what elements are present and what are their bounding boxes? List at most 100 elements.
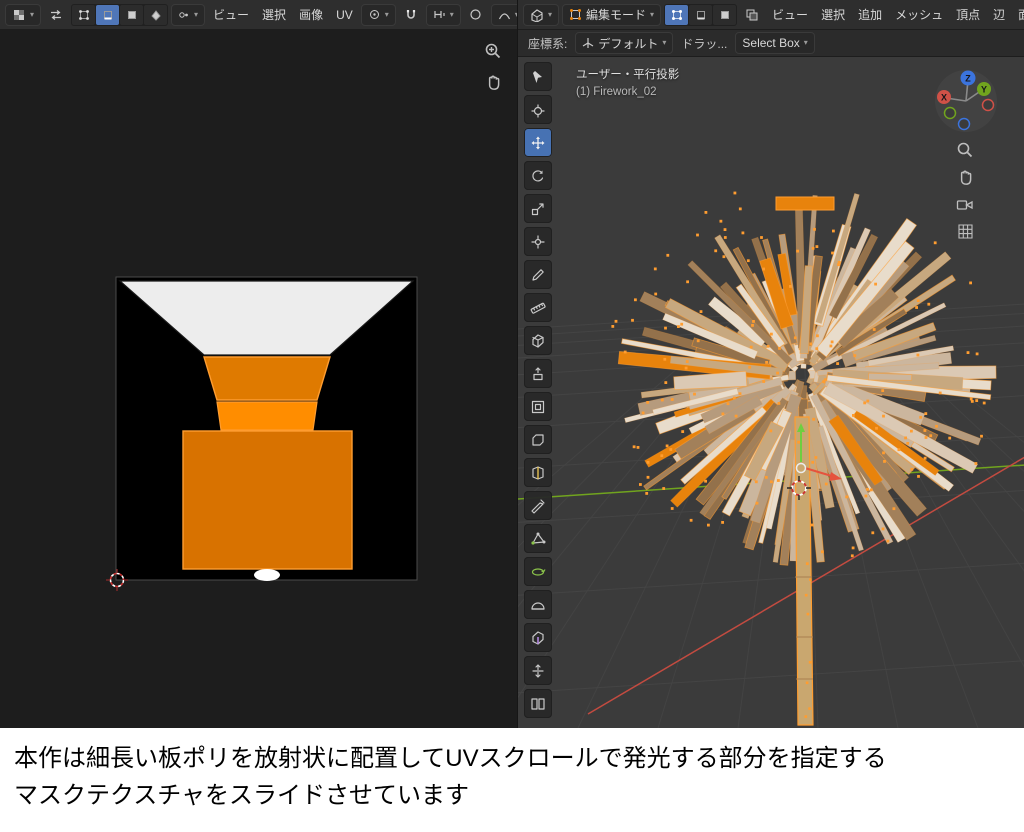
snap-increment-icon [433,8,446,21]
uv-view-controls [481,40,505,94]
uv-menu-uv[interactable]: UV [331,5,358,25]
rip-region-tool[interactable] [524,689,552,718]
caret-icon: ▾ [30,11,34,19]
gizmo-x-label: X [941,93,947,103]
mode-label: 編集モード [586,6,646,23]
zoom-icon[interactable] [956,141,974,159]
poly-build-tool[interactable] [524,524,552,553]
viewport-toolbar [524,62,552,718]
spin-tool[interactable] [524,557,552,586]
uv-menu-view[interactable]: ビュー [208,3,254,26]
pivot-dropdown[interactable]: ▾ [361,4,396,26]
uv-select-mode-vertex[interactable] [72,5,95,25]
move-tool[interactable] [524,128,552,157]
uv-select-mode-island[interactable] [144,5,167,25]
uv-menu-select[interactable]: 選択 [257,3,291,26]
orientation-dropdown[interactable]: デフォルト ▾ [575,32,673,54]
loop-cut-tool[interactable] [524,458,552,487]
editor-type-dropdown[interactable]: ▾ [5,4,41,26]
vp-menu-edge[interactable]: 辺 [988,3,1010,26]
viewport-header: ▾ 編集モード ▾ ビュー 選択 追加 メッシュ 頂点 辺 面 [518,0,1024,30]
knife-tool[interactable] [524,491,552,520]
edit-mode-icon [569,8,582,21]
rotate-tool[interactable] [524,161,552,190]
proportional-editing-toggle[interactable] [464,4,488,26]
inset-faces-tool[interactable] [524,392,552,421]
drag-label: ドラッ... [681,35,727,52]
gizmo-z-neg-ball[interactable] [959,119,970,130]
uv-select-mode-edge[interactable] [96,5,119,25]
uv-island-blob[interactable] [254,569,280,581]
uv-editor-icon [12,8,26,22]
viewport-canvas[interactable]: ユーザー・平行投影 (1) Firework_02 Z Y X [518,57,1024,728]
pan-hand-icon[interactable] [481,72,505,94]
sticky-selection-icon [178,9,190,21]
scale-tool[interactable] [524,194,552,223]
caption-line-2: マスクテクスチャをスライドさせています [14,777,1010,814]
orientation-label: 座標系: [528,35,567,52]
caption-line-1: 本作は細長い板ポリを放射状に配置してUVスクロールで発光する部分を指定する [14,740,1010,777]
vp-menu-face[interactable]: 面 [1013,3,1024,26]
shrink-fatten-tool[interactable] [524,656,552,685]
select-box-value: Select Box [742,36,799,50]
edge-slide-tool[interactable] [524,623,552,652]
orientation-value: デフォルト [598,35,658,52]
caret-icon: ▾ [548,11,552,19]
zoom-icon[interactable] [481,40,505,62]
uv-canvas[interactable] [0,30,517,728]
smooth-tool[interactable] [524,590,552,619]
mode-dropdown[interactable]: 編集モード ▾ [562,4,661,26]
blender-window: ▾ ▾ ビュー 選択 画像 UV ▾ [0,0,1024,728]
caret-icon: ▾ [650,11,654,19]
pan-hand-icon[interactable] [956,169,974,187]
uv-menu-image[interactable]: 画像 [294,3,328,26]
caret-icon: ▾ [804,39,808,47]
uv-editor-header: ▾ ▾ ビュー 選択 画像 UV ▾ [0,0,517,30]
measure-tool[interactable] [524,293,552,322]
snap-toggle[interactable] [399,4,423,26]
vp-menu-select[interactable]: 選択 [816,3,850,26]
bevel-tool[interactable] [524,425,552,454]
vp-menu-view[interactable]: ビュー [767,3,813,26]
select-mode-face[interactable] [713,5,736,25]
camera-view-icon[interactable] [956,197,974,213]
vp-menu-add[interactable]: 追加 [853,3,887,26]
uv-select-mode-group [71,4,168,26]
gizmo-z-label: Z [965,74,971,84]
gizmo-x-neg-ball[interactable] [983,100,994,111]
caret-icon: ▾ [662,39,666,47]
falloff-curve-icon [498,8,511,21]
view-label: ユーザー・平行投影 [576,67,679,84]
caret-icon: ▾ [450,11,454,19]
proportional-falloff-dropdown[interactable]: ▾ [491,4,517,26]
select-mode-edge[interactable] [689,5,712,25]
xray-toggle[interactable] [740,4,764,26]
vp-menu-mesh[interactable]: メッシュ [890,3,948,26]
nav-gizmo[interactable]: Z Y X [932,65,1002,135]
snap-target-dropdown[interactable]: ▾ [426,4,461,26]
add-cube-tool[interactable] [524,326,552,355]
annotate-tool[interactable] [524,260,552,289]
viewport-side-controls [956,141,974,240]
pivot-icon [368,8,381,21]
uv-sync-selection-toggle[interactable] [44,4,68,26]
uv-island-band[interactable] [217,402,317,430]
vp-menu-vertex[interactable]: 頂点 [951,3,985,26]
uv-island-neck[interactable] [204,357,330,400]
transform-tool[interactable] [524,227,552,256]
scene-3d [518,57,1024,728]
viewport-area: ▾ 編集モード ▾ ビュー 選択 追加 メッシュ 頂点 辺 面 [517,0,1024,728]
tweak-tool[interactable] [524,62,552,91]
extrude-region-tool[interactable] [524,359,552,388]
uv-editor-area: ▾ ▾ ビュー 選択 画像 UV ▾ [0,0,517,728]
uv-island-body[interactable] [183,431,352,569]
editor-type-dropdown-3d[interactable]: ▾ [523,4,559,26]
select-mode-vertex[interactable] [665,5,688,25]
uv-select-mode-face[interactable] [120,5,143,25]
gizmo-y-neg-ball[interactable] [945,108,956,119]
grid-icon[interactable] [957,223,974,240]
cursor-tool[interactable] [524,95,552,124]
sticky-selection-dropdown[interactable]: ▾ [171,4,205,26]
select-box-dropdown[interactable]: Select Box ▾ [735,32,814,54]
caret-icon: ▾ [385,11,389,19]
